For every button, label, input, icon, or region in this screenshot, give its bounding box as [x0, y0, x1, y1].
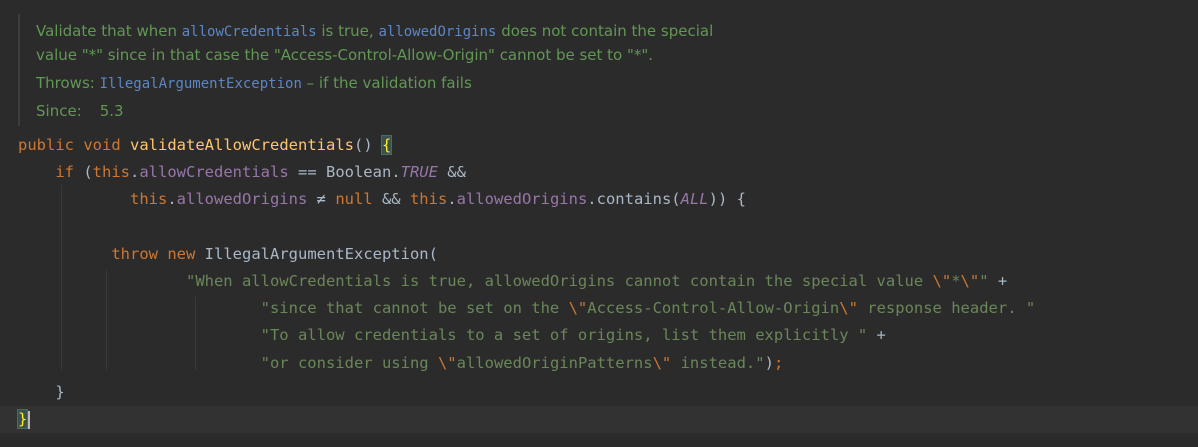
since-label: Since: — [36, 102, 82, 120]
javadoc-line-2: value "*" since in that case the "Access… — [36, 46, 654, 64]
code-editor[interactable]: Validate that when allowCredentials is t… — [0, 0, 1198, 447]
code-line-8[interactable]: "To allow credentials to a set of origin… — [18, 322, 886, 349]
throws-exception-link[interactable]: IllegalArgumentException — [100, 76, 302, 92]
matched-close-brace: } — [16, 409, 29, 429]
code-line-1[interactable]: public void validateAllowCredentials() { — [18, 132, 393, 159]
code-line-7[interactable]: "since that cannot be set on the \"Acces… — [18, 295, 1036, 322]
rendered-javadoc: Validate that when allowCredentials is t… — [18, 14, 1198, 126]
javadoc-line-1: Validate that when allowCredentials is t… — [36, 22, 714, 40]
code-line-6[interactable]: "When allowCredentials is true, allowedO… — [18, 268, 1007, 295]
code-line-9[interactable]: "or consider using \"allowedOriginPatter… — [18, 350, 784, 377]
code-line-2[interactable]: if (this.allowCredentials == Boolean.TRU… — [18, 159, 466, 186]
text-caret — [28, 410, 31, 429]
code-line-11-current[interactable]: } — [0, 406, 1198, 433]
javadoc-since: Since: 5.3 — [36, 100, 124, 122]
javadoc-code-allowcredentials: allowCredentials — [181, 24, 317, 40]
javadoc-throws: Throws: IllegalArgumentException – if th… — [36, 74, 472, 92]
code-line-10[interactable]: } — [18, 379, 64, 406]
since-value: 5.3 — [99, 102, 124, 120]
throws-label: Throws: — [36, 74, 100, 92]
method-name: validateAllowCredentials — [130, 136, 354, 154]
matched-open-brace: { — [380, 135, 393, 155]
code-line-3[interactable]: this.allowedOrigins ≠ null && this.allow… — [18, 186, 746, 213]
code-line-5[interactable]: throw new IllegalArgumentException( — [18, 241, 438, 268]
javadoc-code-allowedorigins: allowedOrigins — [378, 24, 497, 40]
